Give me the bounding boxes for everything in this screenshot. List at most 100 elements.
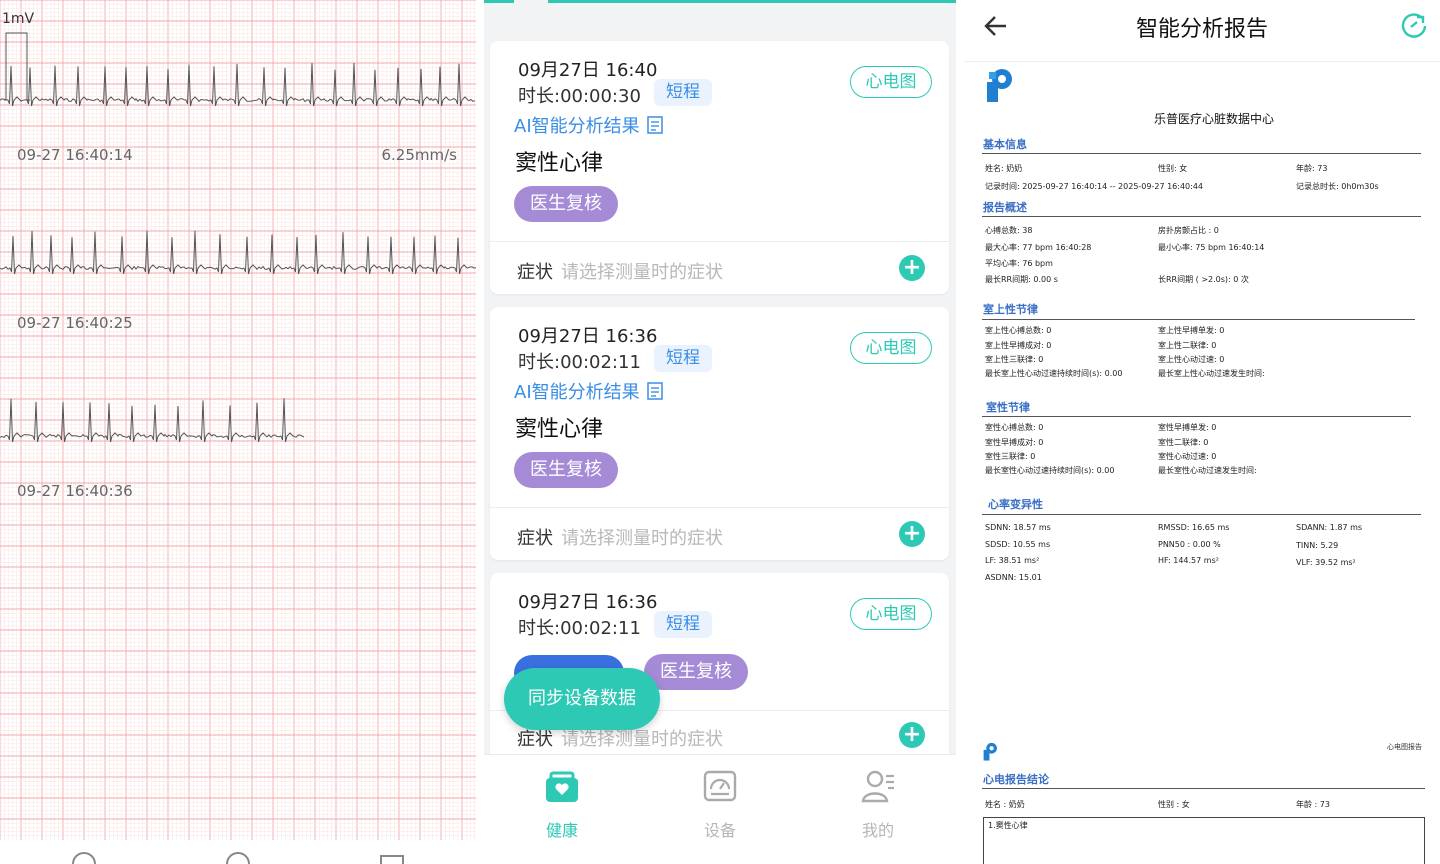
tab-health[interactable]: 健康 (522, 769, 602, 841)
doctor-review-button[interactable]: 医生复核 (514, 186, 618, 222)
hrv-tinn: TINN: 5.29 (1296, 541, 1339, 550)
rhythm-result: 窦性心律 (515, 151, 604, 176)
sync-device-data-button[interactable]: 同步设备数据 (504, 668, 660, 730)
ecg-view-button[interactable]: 心电图 (850, 598, 932, 630)
long-rr-count: 长RR间期 ( >2.0s): 0 次 (1158, 275, 1249, 284)
symptom-select[interactable]: 请选择测量时的症状 (561, 258, 723, 284)
record-duration: 时长:00:02:11 (518, 618, 641, 639)
ecg-scale-label: 1mV (2, 11, 35, 27)
patient-name-p2: 姓名 : 奶奶 (985, 800, 1025, 809)
section-basic-info: 基本信息 (983, 138, 1027, 151)
longest-rr: 最长RR间期: 0.00 s (985, 275, 1058, 284)
vent-total: 室性心搏总数: 0 (985, 423, 1044, 432)
ai-analysis-link[interactable]: AI智能分析结果 (514, 112, 666, 138)
tab-device[interactable]: 设备 (680, 769, 760, 841)
avg-heart-rate: 平均心率: 76 bpm (985, 259, 1053, 268)
ecg-panel[interactable]: 1mV 09-27 16:40:14 6.25mm/s 09-27 16:40:… (0, 0, 476, 864)
record-datetime: 09月27日 16:40 (518, 60, 658, 81)
supra-longest-time: 最长室上性心动过速发生时间: (1158, 369, 1265, 378)
total-beats: 心搏总数: 38 (985, 226, 1033, 235)
tab-mine[interactable]: 我的 (838, 769, 918, 841)
ecg-view-button[interactable]: 心电图 (850, 332, 932, 364)
min-heart-rate: 最小心率: 75 bpm 16:40:14 (1158, 243, 1265, 252)
screen: 1mV 09-27 16:40:14 6.25mm/s 09-27 16:40:… (0, 0, 1440, 864)
record-list-panel: 09月27日 16:40 时长:00:00:30 短程 心电图 AI智能分析结果… (484, 0, 956, 864)
ecg-paper-speed: 6.25mm/s (381, 146, 458, 164)
vent-tachy: 室性心动过速: 0 (1158, 452, 1217, 461)
conclusion-box: 1.窦性心律 (983, 817, 1425, 864)
supra-tachy: 室上性心动过速: 0 (1158, 355, 1225, 364)
patient-gender-p2: 性别 : 女 (1158, 800, 1190, 809)
hrv-asdnn: ASDNN: 15.01 (985, 573, 1042, 582)
add-symptom-icon[interactable]: + (899, 722, 925, 748)
tab-label: 设备 (703, 821, 736, 840)
lepu-logo-small-icon (983, 742, 997, 761)
report-header: 智能分析报告 (964, 0, 1440, 62)
ai-analysis-label: AI智能分析结果 (514, 116, 640, 137)
report-panel: 智能分析报告 乐普医疗心脏数据中心 基本信息 姓名: 奶奶 性别: 女 年龄: … (964, 0, 1440, 864)
record-card[interactable]: 09月27日 16:40 时长:00:00:30 短程 心电图 AI智能分析结果… (490, 41, 949, 294)
vent-trigeminy: 室性三联律: 0 (985, 452, 1036, 461)
ai-analysis-link[interactable]: AI智能分析结果 (514, 378, 666, 404)
patient-age-p2: 年龄 : 73 (1296, 800, 1330, 809)
medical-bag-icon (546, 771, 578, 802)
section-conclusion: 心电报告结论 (983, 773, 1049, 786)
record-card[interactable]: 09月27日 16:36 时长:00:02:11 短程 心电图 AI智能分析结果… (490, 307, 949, 560)
user-profile-icon (861, 770, 894, 803)
hrv-hf: HF: 144.57 ms² (1158, 556, 1219, 565)
ecg-timestamp-3: 09-27 16:40:36 (17, 482, 133, 500)
record-type-tag: 短程 (654, 611, 712, 638)
record-duration: 时长:00:00:30 (518, 86, 641, 107)
patient-name: 姓名: 奶奶 (985, 164, 1023, 173)
symptom-label: 症状 (517, 528, 553, 549)
top-progress-bar (484, 0, 956, 3)
bottom-tab-bar: 健康 设备 我的 (484, 754, 956, 864)
af-ratio: 房扑房颤占比 : 0 (1158, 226, 1219, 235)
refresh-icon[interactable] (1400, 12, 1428, 40)
device-monitor-icon (703, 770, 737, 802)
hrv-vlf: VLF: 39.52 ms² (1296, 558, 1356, 567)
panel-divider (476, 0, 484, 864)
patient-age: 年龄: 73 (1296, 164, 1328, 173)
tab-label: 我的 (861, 821, 894, 840)
tab-label: 健康 (545, 821, 578, 840)
record-datetime: 09月27日 16:36 (518, 592, 658, 613)
supra-single: 室上性早搏单发: 0 (1158, 326, 1225, 335)
symptom-select[interactable]: 请选择测量时的症状 (561, 524, 723, 550)
section-supraventricular: 室上性节律 (983, 303, 1038, 316)
add-symptom-icon[interactable]: + (899, 521, 925, 547)
hrv-lf: LF: 38.51 ms² (985, 556, 1040, 565)
ecg-view-button[interactable]: 心电图 (850, 66, 932, 98)
supra-bigeminy: 室上性二联律: 0 (1158, 341, 1217, 350)
doctor-review-button[interactable]: 医生复核 (644, 654, 748, 690)
vent-longest: 最长室性心动过速持续时间(s): 0.00 (985, 466, 1115, 475)
doctor-review-button[interactable]: 医生复核 (514, 452, 618, 488)
ai-analysis-label: AI智能分析结果 (514, 382, 640, 403)
patient-gender: 性别: 女 (1158, 164, 1188, 173)
ecg-grid-and-trace (0, 0, 476, 840)
section-overview: 报告概述 (983, 201, 1027, 214)
record-total: 记录总时长: 0h0m30s (1296, 182, 1379, 191)
section-hrv: 心率变异性 (988, 498, 1043, 511)
lepu-logo-icon (987, 69, 1012, 102)
ecg-grid (0, 0, 476, 840)
hrv-sdsd: SDSD: 10.55 ms (985, 540, 1051, 549)
ecg-timestamp-2: 09-27 16:40:25 (17, 314, 133, 332)
supra-total: 室上性心搏总数: 0 (985, 326, 1052, 335)
panel-divider (956, 0, 964, 864)
hrv-pnn50: PNN50 : 0.00 % (1158, 540, 1221, 549)
max-heart-rate: 最大心率: 77 bpm 16:40:28 (985, 243, 1092, 252)
supra-trigeminy: 室上性三联律: 0 (985, 355, 1044, 364)
report-doc-icon (646, 382, 663, 400)
record-datetime: 09月27日 16:36 (518, 326, 658, 347)
record-time: 记录时间: 2025-09-27 16:40:14 -- 2025-09-27 … (985, 182, 1204, 191)
report-doc-icon (646, 116, 663, 134)
vent-pair: 室性早搏成对: 0 (985, 438, 1044, 447)
ecg-timestamp-1: 09-27 16:40:14 (17, 146, 133, 164)
add-symptom-icon[interactable]: + (899, 255, 925, 281)
rhythm-result: 窦性心律 (515, 417, 604, 442)
record-type-tag: 短程 (654, 345, 712, 372)
section-ventricular: 室性节律 (986, 401, 1030, 414)
hrv-sdnn: SDNN: 18.57 ms (985, 523, 1051, 532)
symptom-label: 症状 (517, 262, 553, 283)
